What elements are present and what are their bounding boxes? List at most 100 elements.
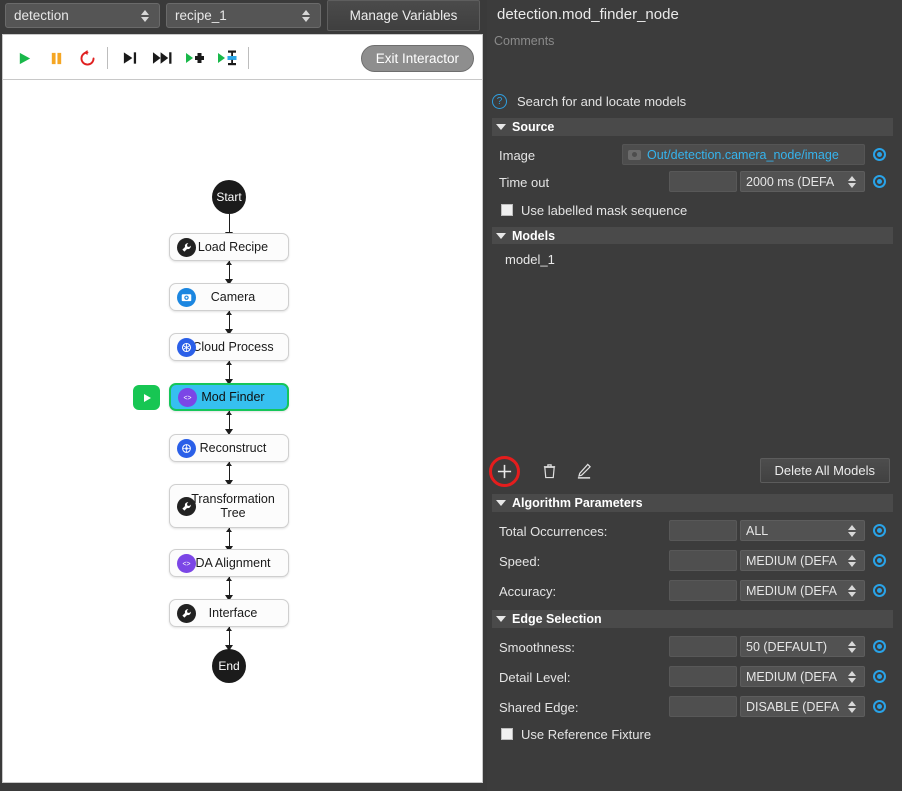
section-header-edge-selection[interactable]: Edge Selection — [492, 610, 893, 628]
flow-node-mod-finder[interactable]: <> Mod Finder — [169, 383, 289, 411]
shared-edge-value: DISABLE (DEFA — [746, 699, 840, 714]
wrench-icon — [177, 603, 196, 623]
reload-icon[interactable] — [74, 45, 100, 71]
total-occurrences-label: Total Occurrences: — [499, 523, 608, 539]
recipe-select-value: recipe_1 — [175, 8, 227, 23]
smoothness-select[interactable]: 50 (DEFAULT) — [740, 636, 865, 657]
code-icon: <> — [178, 387, 197, 407]
total-occurrences-bind-toggle[interactable] — [873, 524, 886, 537]
edit-model-button[interactable] — [574, 461, 594, 481]
accuracy-bind-toggle[interactable] — [873, 584, 886, 597]
section-header-algorithm-parameters[interactable]: Algorithm Parameters — [492, 494, 893, 512]
caret-down-icon — [496, 616, 506, 622]
timeout-input[interactable] — [669, 171, 737, 192]
flow-node-reconstruct[interactable]: Reconstruct — [169, 434, 289, 462]
total-occurrences-input[interactable] — [669, 520, 737, 541]
timeout-bind-toggle[interactable] — [873, 175, 886, 188]
reference-fixture-checkbox[interactable] — [501, 728, 513, 740]
section-title: Edge Selection — [512, 612, 602, 626]
delete-model-button[interactable] — [539, 461, 559, 481]
question-mark-icon[interactable]: ? — [492, 93, 507, 109]
detail-level-select[interactable]: MEDIUM (DEFA — [740, 666, 865, 687]
shared-edge-label: Shared Edge: — [499, 699, 579, 715]
add-model-button[interactable] — [492, 459, 516, 483]
project-select[interactable]: detection — [5, 3, 160, 28]
smoothness-value: 50 (DEFAULT) — [746, 639, 828, 654]
models-list[interactable]: model_1 — [492, 244, 893, 450]
flow-arrow-icon — [226, 361, 232, 365]
flow-node-transformation-tree[interactable]: Transformation Tree — [169, 484, 289, 528]
flow-node-da-alignment[interactable]: <> DA Alignment — [169, 549, 289, 577]
field-row-total-occurrences: Total Occurrences: ALL — [492, 518, 893, 544]
manage-variables-button[interactable]: Manage Variables — [327, 0, 480, 31]
shared-edge-select[interactable]: DISABLE (DEFA — [740, 696, 865, 717]
mask-checkbox[interactable] — [501, 204, 513, 216]
section-header-models[interactable]: Models — [492, 227, 893, 245]
models-toolbar: Delete All Models — [489, 456, 893, 488]
chevron-updown-icon — [844, 524, 864, 537]
chevron-updown-icon — [844, 584, 864, 597]
flow-arrow-icon — [226, 311, 232, 315]
speed-label: Speed: — [499, 553, 541, 569]
page-title: detection.mod_finder_node — [497, 5, 679, 23]
reconstruct-icon — [177, 438, 196, 458]
smoothness-label: Smoothness: — [499, 639, 575, 655]
shared-edge-bind-toggle[interactable] — [873, 700, 886, 713]
field-row-shared-edge: Shared Edge: DISABLE (DEFA — [492, 694, 893, 720]
timeout-select-value: 2000 ms (DEFA — [746, 174, 835, 189]
mask-checkbox-row[interactable]: Use labelled mask sequence — [492, 199, 893, 221]
timeout-select[interactable]: 2000 ms (DEFA — [740, 171, 865, 192]
image-input[interactable]: Out/detection.camera_node/image — [622, 144, 865, 165]
smoothness-input[interactable] — [669, 636, 737, 657]
flow-arrow-icon — [226, 627, 232, 631]
speed-bind-toggle[interactable] — [873, 554, 886, 567]
pause-icon[interactable] — [43, 45, 69, 71]
mask-checkbox-label: Use labelled mask sequence — [521, 202, 688, 218]
camera-icon — [177, 287, 196, 307]
shared-edge-input[interactable] — [669, 696, 737, 717]
list-item[interactable]: model_1 — [505, 252, 555, 267]
flow-node-end[interactable]: End — [212, 649, 246, 683]
flow-node-cloud-process[interactable]: Cloud Process — [169, 333, 289, 361]
run-to-node-icon[interactable] — [183, 45, 209, 71]
flow-node-start[interactable]: Start — [212, 180, 246, 214]
run-to-breakpoint-icon[interactable] — [215, 45, 241, 71]
help-row: ? Search for and locate models — [492, 90, 896, 112]
section-title: Algorithm Parameters — [512, 496, 643, 510]
step-forward-icon[interactable] — [149, 45, 175, 71]
exit-interactor-button[interactable]: Exit Interactor — [360, 45, 474, 72]
flow-arrow-icon — [226, 528, 232, 532]
section-header-source[interactable]: Source — [492, 118, 893, 136]
detail-level-bind-toggle[interactable] — [873, 670, 886, 683]
delete-all-models-button[interactable]: Delete All Models — [759, 458, 890, 483]
reference-fixture-checkbox-row[interactable]: Use Reference Fixture — [492, 723, 893, 745]
field-row-image: Image Out/detection.camera_node/image — [492, 142, 893, 168]
recipe-select[interactable]: recipe_1 — [166, 3, 321, 28]
speed-input[interactable] — [669, 550, 737, 571]
help-text: Search for and locate models — [517, 93, 687, 109]
smoothness-bind-toggle[interactable] — [873, 640, 886, 653]
step-over-icon[interactable] — [117, 45, 143, 71]
run-here-icon[interactable] — [133, 385, 160, 410]
flow-editor-panel: detection recipe_1 Manage Variables Exit… — [0, 0, 485, 791]
accuracy-select[interactable]: MEDIUM (DEFA — [740, 580, 865, 601]
chevron-updown-icon — [844, 175, 864, 188]
comments-field[interactable]: Comments — [494, 30, 898, 52]
field-row-speed: Speed: MEDIUM (DEFA — [492, 548, 893, 574]
detail-level-input[interactable] — [669, 666, 737, 687]
total-occurrences-select[interactable]: ALL — [740, 520, 865, 541]
application-window: detection recipe_1 Manage Variables Exit… — [0, 0, 902, 791]
accuracy-value: MEDIUM (DEFA — [746, 583, 837, 598]
accuracy-label: Accuracy: — [499, 583, 557, 599]
caret-down-icon — [496, 233, 506, 239]
flow-canvas[interactable]: Start Load Recipe Camera Cloud Process <… — [2, 79, 483, 783]
flow-node-load-recipe[interactable]: Load Recipe — [169, 233, 289, 261]
flow-node-camera[interactable]: Camera — [169, 283, 289, 311]
speed-select[interactable]: MEDIUM (DEFA — [740, 550, 865, 571]
flow-node-interface[interactable]: Interface — [169, 599, 289, 627]
accuracy-input[interactable] — [669, 580, 737, 601]
flow-arrow-icon — [226, 261, 232, 265]
speed-value: MEDIUM (DEFA — [746, 553, 837, 568]
image-bind-toggle[interactable] — [873, 148, 886, 161]
play-icon[interactable] — [11, 45, 37, 71]
